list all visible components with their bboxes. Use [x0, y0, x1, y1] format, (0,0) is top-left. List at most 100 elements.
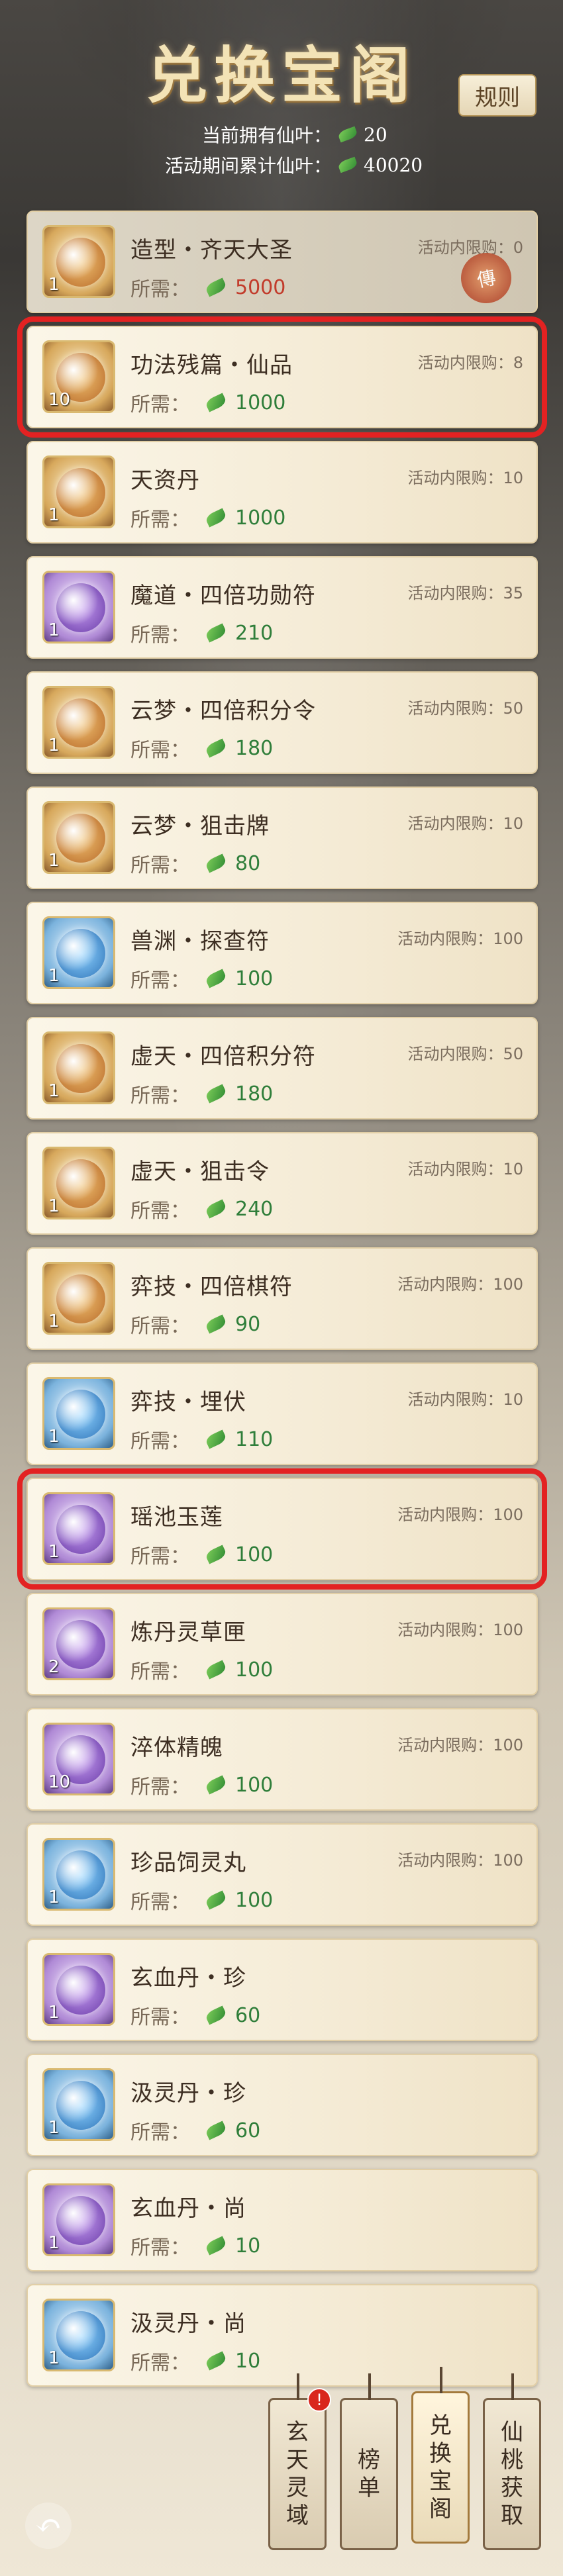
limit-value: 10	[503, 469, 523, 487]
item-cost: 所需： 110	[130, 1425, 273, 1454]
tab-xuantian-lingyu[interactable]: ! 玄天灵域	[268, 2373, 331, 2550]
item-quantity: 1	[48, 966, 60, 986]
limit-value: 50	[503, 1045, 523, 1063]
cost-value: 60	[235, 2003, 261, 2027]
cost-label: 所需：	[130, 278, 190, 301]
leaf-icon	[204, 1660, 228, 1680]
item-icon	[56, 1505, 105, 1554]
shop-item-card[interactable]: 10 功法残篇・仙品 活动内限购：8 所需： 1000	[17, 316, 547, 438]
item-name: 炼丹灵草匣	[130, 1619, 246, 1646]
item-cost: 所需： 60	[130, 2001, 260, 2030]
shop-item-card[interactable]: 1 云梦・狙击牌 活动内限购：10 所需： 80	[26, 787, 538, 889]
shop-item-card[interactable]: 1 玄血丹・尚所需： 10	[26, 2169, 538, 2271]
shop-item-card[interactable]: 2 炼丹灵草匣 活动内限购：100 所需： 100	[26, 1593, 538, 1695]
limit-value: 100	[493, 1736, 523, 1754]
item-icon	[56, 583, 105, 632]
item-cost: 所需： 210	[130, 618, 273, 647]
limit-value: 100	[493, 1851, 523, 1870]
item-image: 1	[42, 1377, 115, 1450]
cost-label: 所需：	[130, 1430, 190, 1453]
shop-item-card[interactable]: 1 天资丹 活动内限购：10 所需： 1000	[26, 441, 538, 544]
limit-value: 100	[493, 1621, 523, 1639]
limit-label: 活动内限购：	[417, 354, 513, 372]
item-quantity: 1	[48, 2118, 60, 2138]
total-leaves-label: 活动期间累计仙叶：	[164, 155, 332, 177]
limit-label: 活动内限购：	[397, 1275, 493, 1294]
item-image: 1	[42, 455, 115, 528]
item-cost: 所需： 180	[130, 1079, 273, 1108]
shop-item-card[interactable]: 1 弈技・四倍棋符 活动内限购：100 所需： 90	[26, 1247, 538, 1350]
item-name: 功法残篇・仙品	[130, 352, 293, 379]
item-cost: 所需： 1000	[130, 503, 285, 532]
leaf-icon	[204, 2236, 228, 2256]
limit-value: 10	[503, 1160, 523, 1178]
tab-peach-acquire[interactable]: 仙桃获取	[483, 2373, 541, 2550]
leaf-icon	[204, 1545, 228, 1564]
limit-value: 100	[493, 1505, 523, 1524]
shop-item-card[interactable]: 1 魔道・四倍功勋符 活动内限购：35 所需： 210	[26, 556, 538, 659]
shop-item-card[interactable]: 1 玄血丹・珍 所需： 60	[26, 1938, 538, 2041]
item-cost: 所需： 1000	[130, 388, 285, 417]
cost-label: 所需：	[130, 1545, 190, 1568]
shop-item-card[interactable]: 10 淬体精魄 活动内限购：100 所需： 100	[26, 1708, 538, 1811]
limit-label: 活动内限购：	[397, 1505, 493, 1524]
shop-item-card[interactable]: 1 弈技・埋伏 活动内限购：10 所需： 110	[26, 1362, 538, 1465]
item-icon	[56, 1390, 105, 1439]
item-image: 1	[42, 571, 115, 644]
item-name: 虚天・四倍积分符	[130, 1043, 316, 1070]
cost-label: 所需：	[130, 1200, 190, 1223]
limit-value: 10	[503, 1390, 523, 1409]
item-quantity: 1	[48, 2233, 60, 2253]
leaf-icon	[204, 623, 228, 643]
cost-value: 90	[235, 1312, 261, 1336]
item-icon	[56, 929, 105, 978]
item-cost: 所需： 80	[130, 849, 260, 878]
tab-leaderboard[interactable]: 榜单	[340, 2373, 398, 2550]
purchase-limit: 活动内限购：50	[407, 695, 523, 718]
limit-label: 活动内限购：	[397, 1736, 493, 1754]
leaf-icon	[204, 853, 228, 873]
shop-item-card[interactable]: 1 云梦・四倍积分令 活动内限购：50 所需： 180	[26, 671, 538, 774]
purchase-limit: 活动内限购：100	[397, 1617, 523, 1640]
cost-label: 所需：	[130, 969, 190, 992]
cost-value: 180	[235, 1082, 274, 1106]
tab-exchange-shop[interactable]: 兑换宝阁	[411, 2367, 470, 2544]
shop-item-card[interactable]: 1 虚天・狙击令 活动内限购：10 所需： 240	[26, 1132, 538, 1235]
cost-value: 80	[235, 851, 261, 875]
item-name: 汲灵丹・珍	[130, 2080, 246, 2107]
shop-item-card[interactable]: 1 瑶池玉莲 活动内限购：100 所需： 100	[17, 1468, 547, 1590]
purchase-limit: 活动内限购：100	[397, 1502, 523, 1525]
item-quantity: 1	[48, 736, 60, 755]
back-button[interactable]: ↶	[25, 2503, 72, 2549]
shop-item-card[interactable]: 1 珍品饲灵丸 活动内限购：100 所需： 100	[26, 1823, 538, 1926]
item-cost: 所需： 10	[130, 2231, 260, 2260]
cost-value: 210	[235, 621, 274, 645]
item-name: 玄血丹・尚	[130, 2195, 246, 2222]
shop-item-card[interactable]: 1 汲灵丹・珍 所需： 60	[26, 2054, 538, 2156]
cost-label: 所需：	[130, 393, 190, 416]
item-image: 10	[42, 1723, 115, 1795]
currency-stats: 当前拥有仙叶： 20 活动期间累计仙叶： 40020	[0, 119, 563, 180]
item-name: 弈技・埋伏	[130, 1389, 246, 1415]
item-icon	[56, 1620, 105, 1669]
shop-item-card[interactable]: 1 兽渊・探查符 活动内限购：100 所需： 100	[26, 902, 538, 1004]
shop-item-card[interactable]: 1 造型・齐天大圣 活动内限购：0 所需： 5000 傳	[26, 211, 538, 313]
shop-item-card[interactable]: 1 虚天・四倍积分符 活动内限购：50 所需： 180	[26, 1017, 538, 1120]
cost-label: 所需：	[130, 1891, 190, 1914]
item-name: 玄血丹・珍	[130, 1965, 246, 1991]
item-name: 瑶池玉莲	[130, 1504, 223, 1531]
leaf-icon	[204, 2005, 228, 2025]
item-quantity: 1	[48, 1196, 60, 1216]
rules-button[interactable]: 规则	[458, 74, 537, 117]
item-icon	[56, 698, 105, 747]
limit-value: 10	[503, 814, 523, 833]
item-name: 兽渊・探查符	[130, 928, 270, 955]
item-quantity: 10	[48, 1772, 71, 1792]
item-name: 汲灵丹・尚	[130, 2311, 246, 2337]
cost-value: 100	[235, 967, 274, 990]
limit-label: 活动内限购：	[417, 238, 513, 257]
item-image: 1	[42, 1262, 115, 1335]
item-icon	[56, 1274, 105, 1323]
cost-value: 5000	[235, 275, 286, 299]
item-quantity: 1	[48, 505, 60, 525]
